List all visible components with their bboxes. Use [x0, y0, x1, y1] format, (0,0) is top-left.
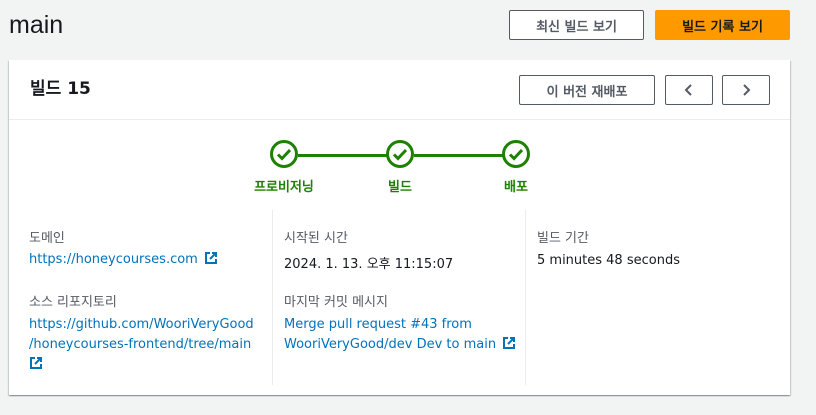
- check-circle-icon: [270, 140, 298, 168]
- check-circle-icon: [502, 140, 530, 168]
- repository-link-line1: https://github.com/WooriVeryGood: [29, 317, 254, 332]
- last-commit-line1: Merge pull request #43 from: [284, 317, 472, 332]
- details-column-3: 빌드 기간 5 minutes 48 seconds: [525, 210, 776, 385]
- check-circle-icon: [386, 140, 414, 168]
- start-time-label: 시작된 시간: [284, 231, 348, 246]
- page-title: main: [9, 11, 64, 39]
- repository-link-line2: /honeycourses-frontend/tree/main: [29, 337, 252, 352]
- build-duration-label: 빌드 기간: [537, 231, 589, 246]
- view-latest-build-button[interactable]: 최신 빌드 보기: [509, 10, 644, 40]
- previous-build-button[interactable]: [665, 75, 713, 105]
- details-column-1: 도메인 https://honeycourses.com 소스 리포지토리 ht…: [29, 210, 269, 385]
- domain-link-text: https://honeycourses.com: [29, 252, 198, 267]
- build-progress-stepper: 프로비저닝 빌드 배포: [9, 119, 790, 209]
- build-details: 도메인 https://honeycourses.com 소스 리포지토리 ht…: [9, 210, 790, 395]
- build-title: 빌드 15: [30, 79, 91, 99]
- external-link-icon: [204, 252, 217, 264]
- step-label-deploy: 배포: [504, 180, 528, 195]
- step-label-provisioning: 프로비저닝: [254, 180, 314, 195]
- redeploy-button[interactable]: 이 버전 재배포: [519, 75, 655, 105]
- external-link-icon: [30, 357, 42, 369]
- step-label-build: 빌드: [388, 180, 412, 195]
- step-connector: [414, 154, 504, 157]
- details-column-2: 시작된 시간 2024. 1. 13. 오후 11:15:07 마지막 커밋 메…: [272, 210, 525, 385]
- build-duration-value: 5 minutes 48 seconds: [537, 253, 680, 268]
- last-commit-link[interactable]: Merge pull request #43 from WooriVeryGoo…: [284, 315, 516, 355]
- repository-label: 소스 리포지토리: [29, 295, 117, 310]
- chevron-left-icon: [684, 84, 692, 96]
- view-build-history-button[interactable]: 빌드 기록 보기: [655, 10, 790, 40]
- build-card-header: 빌드 15 이 버전 재배포: [9, 60, 790, 120]
- step-connector: [298, 154, 388, 157]
- domain-link[interactable]: https://honeycourses.com: [29, 250, 218, 270]
- domain-label: 도메인: [29, 231, 65, 246]
- start-time-value: 2024. 1. 13. 오후 11:15:07: [284, 257, 454, 272]
- external-link-icon: [503, 337, 516, 349]
- next-build-button[interactable]: [722, 75, 770, 105]
- build-card: 빌드 15 이 버전 재배포 프로비저닝 빌드 배포 도메인 https://h…: [9, 60, 790, 395]
- chevron-right-icon: [743, 84, 751, 96]
- last-commit-line2: WooriVeryGood/dev Dev to main: [284, 337, 497, 352]
- last-commit-label: 마지막 커밋 메시지: [284, 295, 388, 310]
- repository-link[interactable]: https://github.com/WooriVeryGood /honeyc…: [29, 315, 254, 375]
